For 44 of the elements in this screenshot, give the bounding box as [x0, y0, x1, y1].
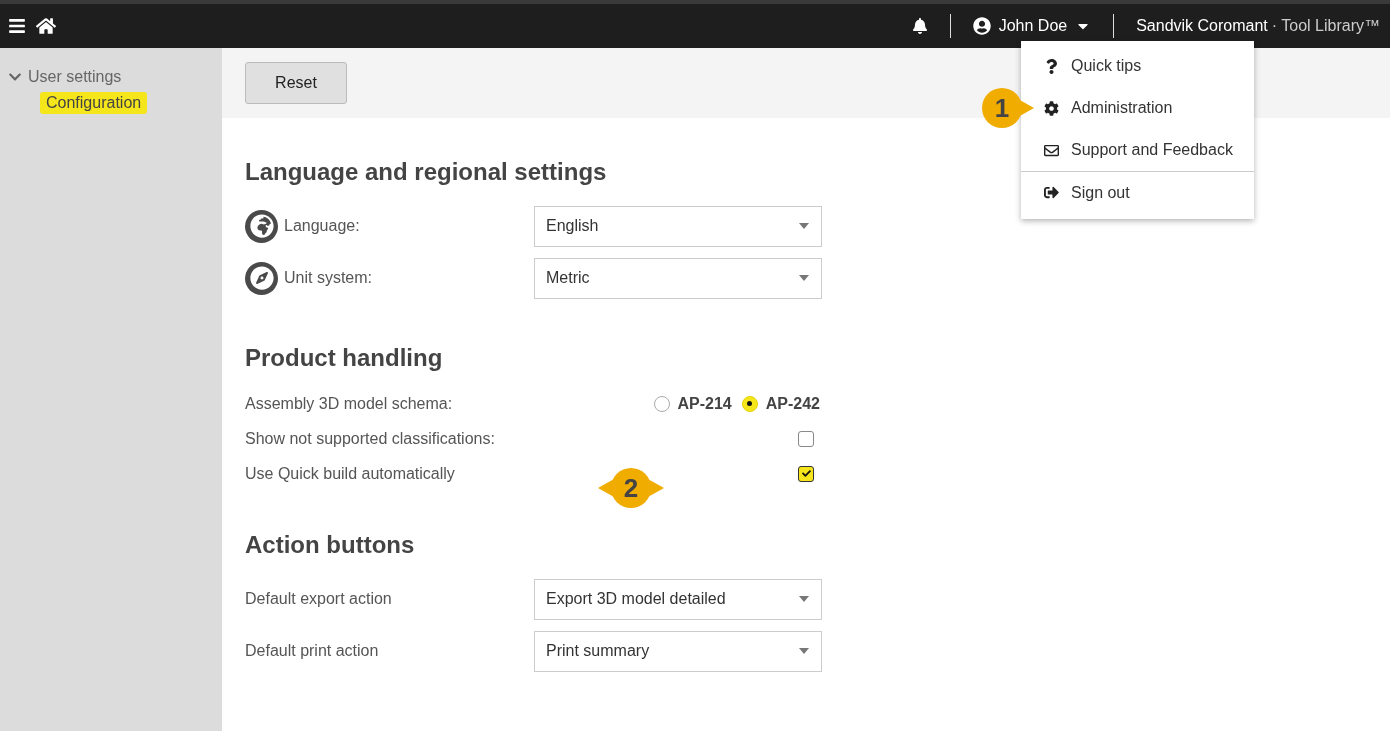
- dropdown-caret-icon: [799, 648, 809, 654]
- field-label: Default print action: [245, 642, 379, 660]
- check-icon: [801, 469, 811, 478]
- menu-item[interactable]: Support and Feedback: [1021, 129, 1254, 171]
- sidebar-item[interactable]: User settings: [0, 68, 122, 86]
- section-heading: Product handling: [245, 344, 444, 372]
- menu-icon[interactable]: [8, 17, 26, 35]
- checkbox[interactable]: [798, 430, 814, 447]
- section-heading: Action buttons: [245, 531, 416, 559]
- menu-item[interactable]: Sign out: [1021, 171, 1254, 213]
- field-label: Use Quick build automatically: [245, 464, 455, 483]
- sign-out-icon: [1043, 185, 1059, 200]
- dropdown-field[interactable]: English: [534, 205, 822, 247]
- globe-icon: [245, 209, 278, 243]
- reset-button[interactable]: Reset: [245, 62, 347, 104]
- section-heading: Language and regional settings: [245, 158, 608, 186]
- field-label: Default export action: [245, 590, 392, 608]
- home-icon[interactable]: [36, 16, 56, 36]
- radio-button[interactable]: [741, 395, 758, 412]
- dropdown-field[interactable]: Metric: [534, 257, 822, 299]
- dropdown-caret-icon: [799, 223, 809, 229]
- field-label: Assembly 3D model schema:: [245, 394, 453, 413]
- dropdown-caret-icon: [799, 275, 809, 281]
- product-name: · Tool Library™: [1271, 17, 1380, 35]
- radio-label: AP-214: [677, 394, 732, 413]
- menu-item[interactable]: Quick tips: [1021, 45, 1254, 87]
- radio-button[interactable]: [653, 395, 670, 412]
- gear-icon: [1043, 100, 1059, 116]
- user-menu-button[interactable]: John Doe: [972, 17, 1092, 35]
- field-label: Show not supported classifications:: [245, 429, 495, 448]
- envelope-icon: [1043, 142, 1059, 158]
- menu-item[interactable]: Administration: [1021, 87, 1254, 129]
- brand-name: Sandvik Coromant: [1136, 17, 1268, 35]
- dropdown-caret-icon: [799, 596, 809, 602]
- dropdown-field[interactable]: Export 3D model detailed: [534, 578, 822, 620]
- checkbox[interactable]: [798, 465, 814, 482]
- field-label: Unit system:: [284, 269, 372, 287]
- bell-icon[interactable]: [911, 18, 928, 34]
- compass-icon: [245, 261, 278, 295]
- sidebar-item[interactable]: Configuration: [40, 92, 148, 114]
- field-label: Language:: [284, 217, 360, 235]
- radio-label: AP-242: [765, 394, 820, 413]
- user-icon: [972, 17, 991, 35]
- dropdown-field[interactable]: Print summary: [534, 630, 822, 672]
